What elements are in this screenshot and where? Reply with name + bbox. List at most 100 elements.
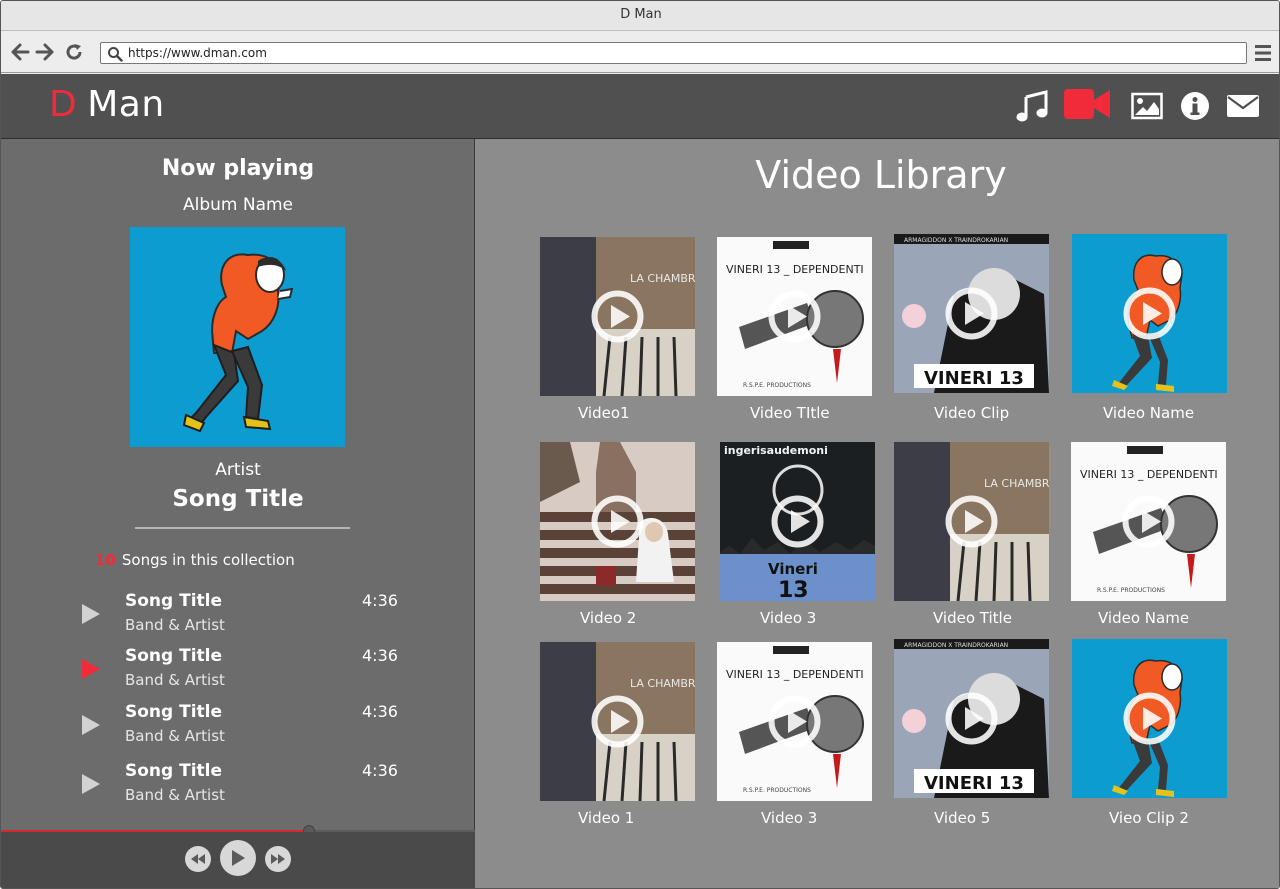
image-icon[interactable] (1130, 88, 1164, 124)
video-caption: Video TItle (750, 404, 830, 422)
video-caption: Video Name (1103, 404, 1195, 422)
svg-text:VINERI 13 _ DEPENDENTI: VINERI 13 _ DEPENDENTI (1080, 468, 1218, 481)
play-icon (591, 495, 644, 548)
now-playing-panel: Now playing Album Name Artist Song Title… (1, 139, 475, 888)
svg-text:R.S.P.E. PRODUCTIONS: R.S.P.E. PRODUCTIONS (743, 382, 811, 389)
playlist-item[interactable]: Song Title Band & Artist 4:36 (1, 702, 475, 754)
video-thumbnail: VINERI 13 _ DEPENDENTI R.S.P.E. PRODUCTIO… (1071, 442, 1226, 601)
play-icon (945, 495, 998, 548)
video-caption: Video Clip (934, 404, 1010, 422)
video-camera-icon[interactable] (1061, 86, 1113, 122)
play-icon (771, 495, 824, 548)
playlist-band: Band & Artist (125, 727, 225, 745)
svg-text:R.S.P.E. PRODUCTIONS: R.S.P.E. PRODUCTIONS (743, 787, 811, 794)
address-bar[interactable]: https://www.dman.com (100, 42, 1247, 64)
playlist-duration: 4:36 (362, 646, 398, 665)
video-caption: Video Name (1098, 609, 1190, 627)
playlist-duration: 4:36 (362, 702, 398, 721)
play-icon (945, 287, 998, 340)
video-thumbnail: ARMAGIDDON X TRAINDROKARIAN VINERI 13 (894, 234, 1049, 393)
forward-icon[interactable] (34, 41, 56, 63)
video-caption: Video1 (578, 404, 630, 422)
playlist-item-active[interactable]: Song Title Band & Artist 4:36 (1, 646, 475, 698)
play-icon (1123, 287, 1176, 340)
site-logo[interactable]: D Man (49, 84, 165, 125)
svg-text:ARMAGIDDON X TRAINDROKARIAN: ARMAGIDDON X TRAINDROKARIAN (904, 237, 1008, 244)
collection-label: Songs in this collection (121, 551, 295, 569)
play-icon (768, 290, 821, 343)
video-library-panel: Video Library LA CHAMBRE Video1 VINERI 1… (475, 139, 1279, 888)
video-thumbnail: VINERI 13 _ DEPENDENTI R.S.P.E. PRODUCTIO… (717, 237, 872, 396)
svg-text:VINERI 13 _ DEPENDENTI: VINERI 13 _ DEPENDENTI (726, 263, 864, 276)
video-caption: Video 5 (934, 809, 991, 827)
svg-text:VINERI 13 _ DEPENDENTI: VINERI 13 _ DEPENDENTI (726, 668, 864, 681)
play-icon[interactable] (80, 713, 102, 737)
playlist-band: Band & Artist (125, 616, 225, 634)
info-icon[interactable] (1180, 88, 1210, 124)
svg-text:ARMAGIDDON X TRAINDROKARIAN: ARMAGIDDON X TRAINDROKARIAN (904, 642, 1008, 649)
collection-count: 10 (95, 551, 116, 569)
collection-info: 10 Songs in this collection (95, 551, 295, 569)
library-title: Video Library (755, 153, 1007, 197)
music-icon[interactable] (1015, 88, 1049, 124)
svg-text:LA CHAMBRE: LA CHAMBRE (630, 272, 695, 285)
play-icon (1122, 495, 1175, 548)
artist-name: Artist (215, 460, 261, 480)
play-icon (945, 692, 998, 745)
video-caption: Video 1 (578, 809, 635, 827)
video-thumbnail: ingerisaudemoni Vineri 13 (720, 442, 875, 601)
video-thumbnail (1072, 234, 1227, 393)
app-header: D Man (1, 74, 1279, 139)
play-icon[interactable] (80, 657, 102, 681)
playlist-song-title: Song Title (125, 591, 223, 611)
browser-navbar: https://www.dman.com (1, 31, 1279, 73)
playlist-item[interactable]: Song Title Band & Artist 4:36 (1, 761, 475, 813)
svg-text:ingerisaudemoni: ingerisaudemoni (724, 444, 828, 457)
play-icon[interactable] (80, 602, 102, 626)
svg-text:Vineri: Vineri (768, 560, 818, 578)
playlist-band: Band & Artist (125, 786, 225, 804)
playlist-duration: 4:36 (362, 591, 398, 610)
album-name: Album Name (182, 195, 294, 215)
svg-text:R.S.P.E. PRODUCTIONS: R.S.P.E. PRODUCTIONS (1097, 587, 1165, 594)
hamburger-menu-icon[interactable] (1255, 44, 1271, 62)
svg-text:LA CHAMBRE: LA CHAMBRE (984, 477, 1049, 490)
playlist-song-title: Song Title (125, 702, 223, 722)
play-icon (1123, 692, 1176, 745)
video-caption: Video 2 (580, 609, 637, 627)
search-icon (108, 47, 123, 62)
browser-window: D Man https://www.dman.com D Man Now pla… (0, 0, 1280, 889)
svg-text:13: 13 (778, 578, 809, 601)
back-icon[interactable] (9, 41, 31, 63)
playlist-band: Band & Artist (125, 671, 225, 689)
player-controls (1, 832, 475, 888)
play-icon (591, 695, 644, 748)
playlist-duration: 4:36 (362, 761, 398, 780)
video-caption: Video 3 (760, 609, 817, 627)
playlist-song-title: Song Title (125, 646, 223, 666)
rewind-icon[interactable] (185, 846, 211, 872)
video-caption: Video Title (933, 609, 1012, 627)
playlist-item[interactable]: Song Title Band & Artist 4:36 (1, 591, 475, 643)
divider (135, 527, 350, 529)
video-caption: Video 3 (761, 809, 818, 827)
album-cover (130, 227, 345, 447)
play-icon[interactable] (220, 840, 256, 876)
reload-icon[interactable] (63, 41, 85, 63)
play-icon[interactable] (80, 772, 102, 796)
video-thumbnail: LA CHAMBRE (894, 442, 1049, 601)
video-thumbnail (540, 442, 695, 601)
svg-text:VINERI 13: VINERI 13 (924, 368, 1024, 389)
song-title: Song Title (172, 486, 304, 512)
video-thumbnail: LA CHAMBRE (540, 237, 695, 396)
video-thumbnail: VINERI 13 _ DEPENDENTI R.S.P.E. PRODUCTIO… (717, 642, 872, 801)
fast-forward-icon[interactable] (265, 846, 291, 872)
play-icon (768, 695, 821, 748)
url-text: https://www.dman.com (128, 46, 267, 60)
svg-text:VINERI 13: VINERI 13 (924, 773, 1024, 794)
mail-icon[interactable] (1225, 88, 1261, 124)
video-thumbnail: LA CHAMBRE (540, 642, 695, 801)
window-title: D Man (1, 1, 1279, 31)
svg-text:LA CHAMBRE: LA CHAMBRE (630, 677, 695, 690)
video-thumbnail: ARMAGIDDON X TRAINDROKARIAN VINERI 13 (894, 639, 1049, 798)
